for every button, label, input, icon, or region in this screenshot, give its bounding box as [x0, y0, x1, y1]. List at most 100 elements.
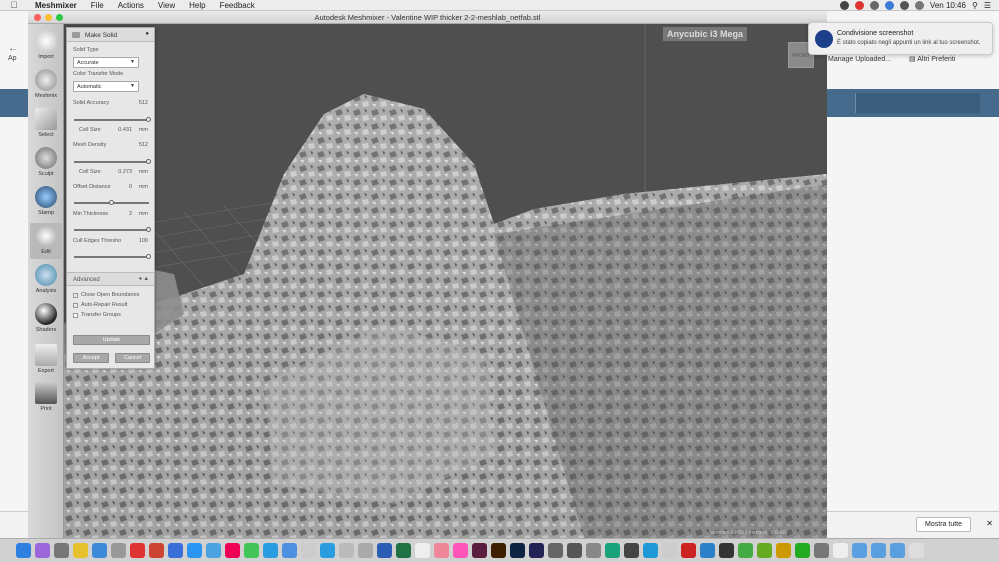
app-icon[interactable] [529, 543, 544, 558]
site-search-box[interactable] [855, 93, 980, 113]
app-icon[interactable] [301, 543, 316, 558]
itunes-icon[interactable] [225, 543, 240, 558]
app-icon[interactable] [624, 543, 639, 558]
checkbox-close-open-boundaries[interactable]: ✓ Close Open Boundaries [73, 292, 139, 298]
solid-type-select[interactable]: Accurate ▼ [73, 57, 139, 68]
status-icon[interactable] [869, 0, 879, 10]
tool-import[interactable]: Import [30, 28, 62, 64]
status-icon[interactable] [839, 0, 849, 10]
cull-edges-slider[interactable] [74, 254, 151, 259]
tool-shaders[interactable]: Shaders [30, 301, 62, 337]
battery-icon[interactable] [914, 0, 924, 10]
menu-list-icon[interactable]: ☰ [984, 1, 991, 10]
folder-icon[interactable] [890, 543, 905, 558]
screenshot-notification[interactable]: Condivisione screenshot È stato copiato … [808, 22, 993, 55]
show-all-button[interactable]: Mostra tutte [916, 517, 971, 532]
menu-actions[interactable]: Actions [111, 1, 151, 10]
acrobat-icon[interactable] [130, 543, 145, 558]
app-icon[interactable] [643, 543, 658, 558]
bookmark-manage-uploaded[interactable]: Manage Uploaded... ▤ Altri Preferiti [828, 55, 955, 63]
collapse-icon[interactable]: ● ▲ [139, 276, 149, 282]
folder-icon[interactable] [871, 543, 886, 558]
meshmixer-dock-icon[interactable] [168, 543, 183, 558]
app-icon[interactable] [700, 543, 715, 558]
tool-meshmix[interactable]: Meshmix [30, 67, 62, 103]
tool-edit[interactable]: Edit [30, 223, 62, 259]
app-store-icon[interactable] [187, 543, 202, 558]
mesh-density-slider[interactable] [74, 159, 151, 164]
checkbox-box[interactable]: ✓ [73, 292, 78, 298]
folder-icon[interactable] [852, 543, 867, 558]
indesign-icon[interactable] [472, 543, 487, 558]
tool-sculpt[interactable]: Sculpt [30, 145, 62, 181]
app-icon[interactable] [548, 543, 563, 558]
advanced-section-header[interactable]: Advanced ● ▲ [67, 272, 154, 286]
safari-icon[interactable] [92, 543, 107, 558]
solid-accuracy-slider[interactable] [74, 117, 151, 122]
search-icon[interactable]: ⚲ [972, 1, 978, 10]
checkbox-box[interactable]: ✓ [73, 302, 78, 308]
calendar-icon[interactable] [415, 543, 430, 558]
app-icon[interactable] [814, 543, 829, 558]
app-icon[interactable] [434, 543, 449, 558]
menu-view[interactable]: View [151, 1, 182, 10]
app-icon[interactable] [833, 543, 848, 558]
slider-handle[interactable] [146, 254, 151, 259]
menu-app[interactable]: Meshmixer [28, 1, 84, 10]
slider-handle[interactable] [146, 117, 151, 122]
close-window-icon[interactable] [34, 14, 41, 21]
app-icon[interactable] [339, 543, 354, 558]
app-icon[interactable] [149, 543, 164, 558]
bookmark-apps[interactable]: Ap [8, 55, 17, 62]
tool-export[interactable]: Export [30, 342, 62, 378]
app-icon[interactable] [586, 543, 601, 558]
app-icon[interactable] [757, 543, 772, 558]
photos-icon[interactable] [453, 543, 468, 558]
checkbox-transfer-groups[interactable]: Transfer Groups [73, 312, 121, 318]
finder-icon[interactable] [16, 543, 31, 558]
messages-icon[interactable] [320, 543, 335, 558]
siri-icon[interactable] [35, 543, 50, 558]
cancel-button[interactable]: Cancel [115, 353, 150, 363]
offset-distance-slider[interactable] [74, 200, 149, 205]
app-icon[interactable] [662, 543, 677, 558]
word-icon[interactable] [377, 543, 392, 558]
wifi-icon[interactable] [899, 0, 909, 10]
app-icon[interactable] [567, 543, 582, 558]
photoshop-icon[interactable] [510, 543, 525, 558]
slider-handle[interactable] [108, 200, 114, 205]
app-icon[interactable] [795, 543, 810, 558]
tool-stamp[interactable]: Stamp [30, 184, 62, 220]
app-icon[interactable] [719, 543, 734, 558]
menu-help[interactable]: Help [182, 1, 212, 10]
accept-button[interactable]: Accept [73, 353, 109, 363]
app-icon[interactable] [111, 543, 126, 558]
close-icon[interactable]: ✕ [986, 519, 993, 528]
checkbox-box[interactable] [73, 312, 78, 318]
color-transfer-select[interactable]: Automatic ▼ [73, 81, 139, 92]
status-icon[interactable] [854, 0, 864, 10]
app-icon[interactable] [358, 543, 373, 558]
checkbox-auto-repair-result[interactable]: ✓ Auto-Repair Result [73, 302, 127, 308]
app-icon[interactable] [282, 543, 297, 558]
whatsapp-icon[interactable] [244, 543, 259, 558]
minimize-window-icon[interactable] [45, 14, 52, 21]
app-icon[interactable] [206, 543, 221, 558]
close-panel-icon[interactable]: ● [145, 31, 149, 37]
illustrator-icon[interactable] [491, 543, 506, 558]
tool-select[interactable]: Select [30, 106, 62, 142]
app-icon[interactable] [776, 543, 791, 558]
launchpad-icon[interactable] [54, 543, 69, 558]
slider-handle[interactable] [146, 159, 151, 164]
menu-file[interactable]: File [84, 1, 111, 10]
autocad-icon[interactable] [681, 543, 696, 558]
app-icon[interactable] [605, 543, 620, 558]
tool-analysis[interactable]: Analysis [30, 262, 62, 298]
menu-feedback[interactable]: Feedback [213, 1, 262, 10]
status-icon[interactable] [884, 0, 894, 10]
apple-menu-icon[interactable]:  [0, 0, 28, 10]
trash-icon[interactable] [909, 543, 924, 558]
update-button[interactable]: Update [73, 335, 150, 345]
min-thickness-slider[interactable] [74, 227, 151, 232]
app-icon[interactable] [738, 543, 753, 558]
